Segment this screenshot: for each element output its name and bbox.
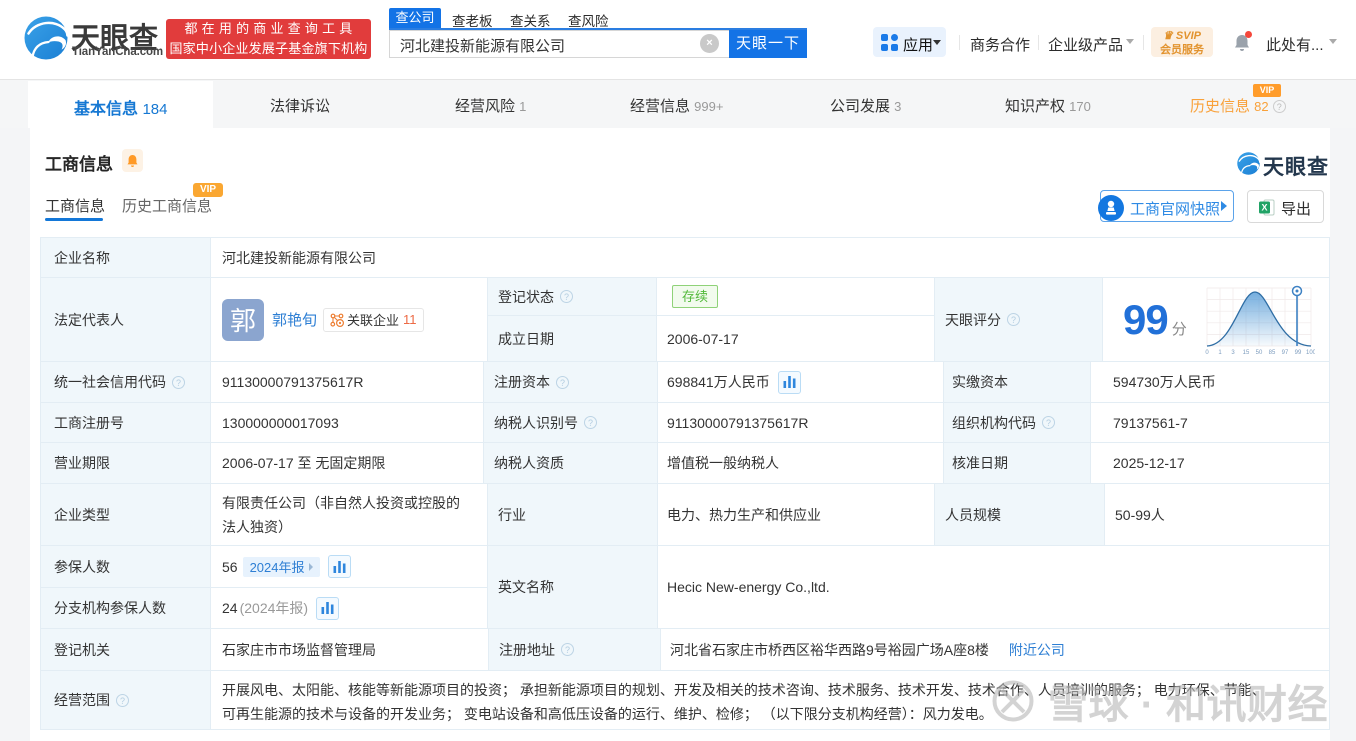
svg-text:1: 1 <box>1218 350 1222 356</box>
svg-text:99: 99 <box>1295 350 1302 356</box>
svg-text:0: 0 <box>1205 350 1209 356</box>
svg-text:85: 85 <box>1269 350 1276 356</box>
svg-text:97: 97 <box>1282 350 1289 356</box>
svg-text:50: 50 <box>1256 350 1263 356</box>
svg-text:X: X <box>1261 203 1267 213</box>
svg-text:3: 3 <box>1231 350 1235 356</box>
svg-text:100: 100 <box>1306 350 1315 356</box>
svg-text:15: 15 <box>1243 350 1250 356</box>
